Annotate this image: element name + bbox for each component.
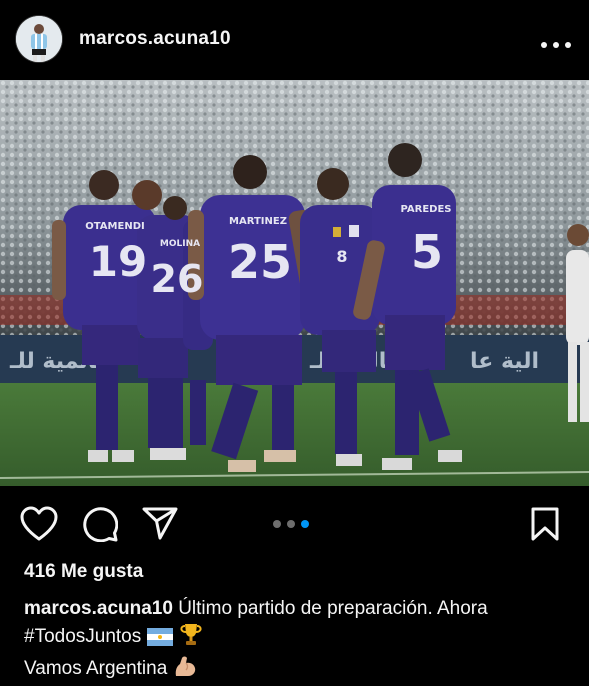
- post-caption: marcos.acuna10 Último partido de prepara…: [24, 596, 569, 686]
- caption-username[interactable]: marcos.acuna10: [24, 598, 173, 619]
- likes-count[interactable]: 416 Me gusta: [24, 561, 143, 583]
- jersey-name-3: MARTINEZ: [229, 216, 287, 227]
- post-photo[interactable]: عالمية للـ عالمية لـ الية عا: [0, 80, 589, 486]
- trophy-icon: [178, 622, 204, 654]
- jersey-number-4: 8: [336, 247, 347, 266]
- svg-text:الية عا: الية عا: [470, 349, 539, 374]
- post-username[interactable]: marcos.acuna10: [79, 28, 231, 50]
- jersey-name-5: PAREDES: [400, 204, 451, 215]
- avatar-image: [16, 16, 62, 62]
- more-horizontal-icon[interactable]: [540, 36, 572, 48]
- bookmark-icon[interactable]: [530, 506, 560, 547]
- jersey-number-5: 5: [411, 225, 443, 279]
- caption-hashtag[interactable]: #TodosJuntos: [24, 626, 141, 647]
- comment-icon[interactable]: [82, 506, 119, 547]
- flexed-biceps-icon: [173, 654, 199, 686]
- send-icon[interactable]: [142, 506, 178, 545]
- jersey-number-1: 19: [89, 237, 147, 286]
- jersey-number-3: 25: [228, 235, 292, 289]
- jersey-name-1: OTAMENDI: [85, 221, 144, 232]
- jersey-number-2: 26: [151, 257, 204, 301]
- heart-icon[interactable]: [20, 506, 58, 547]
- post-header: marcos.acuna10: [0, 0, 589, 80]
- carousel-dot-active: [301, 520, 309, 528]
- carousel-dot: [273, 520, 281, 528]
- caption-text: Último partido de preparación. Ahora: [178, 598, 488, 619]
- argentina-flag-icon: [146, 628, 173, 654]
- avatar[interactable]: [16, 16, 62, 62]
- carousel-dot: [287, 520, 295, 528]
- post-image: عالمية للـ عالمية لـ الية عا: [0, 80, 589, 486]
- jersey-name-2: MOLINA: [160, 239, 200, 249]
- carousel-indicator: [272, 516, 318, 528]
- caption-line3: Vamos Argentina: [24, 658, 168, 679]
